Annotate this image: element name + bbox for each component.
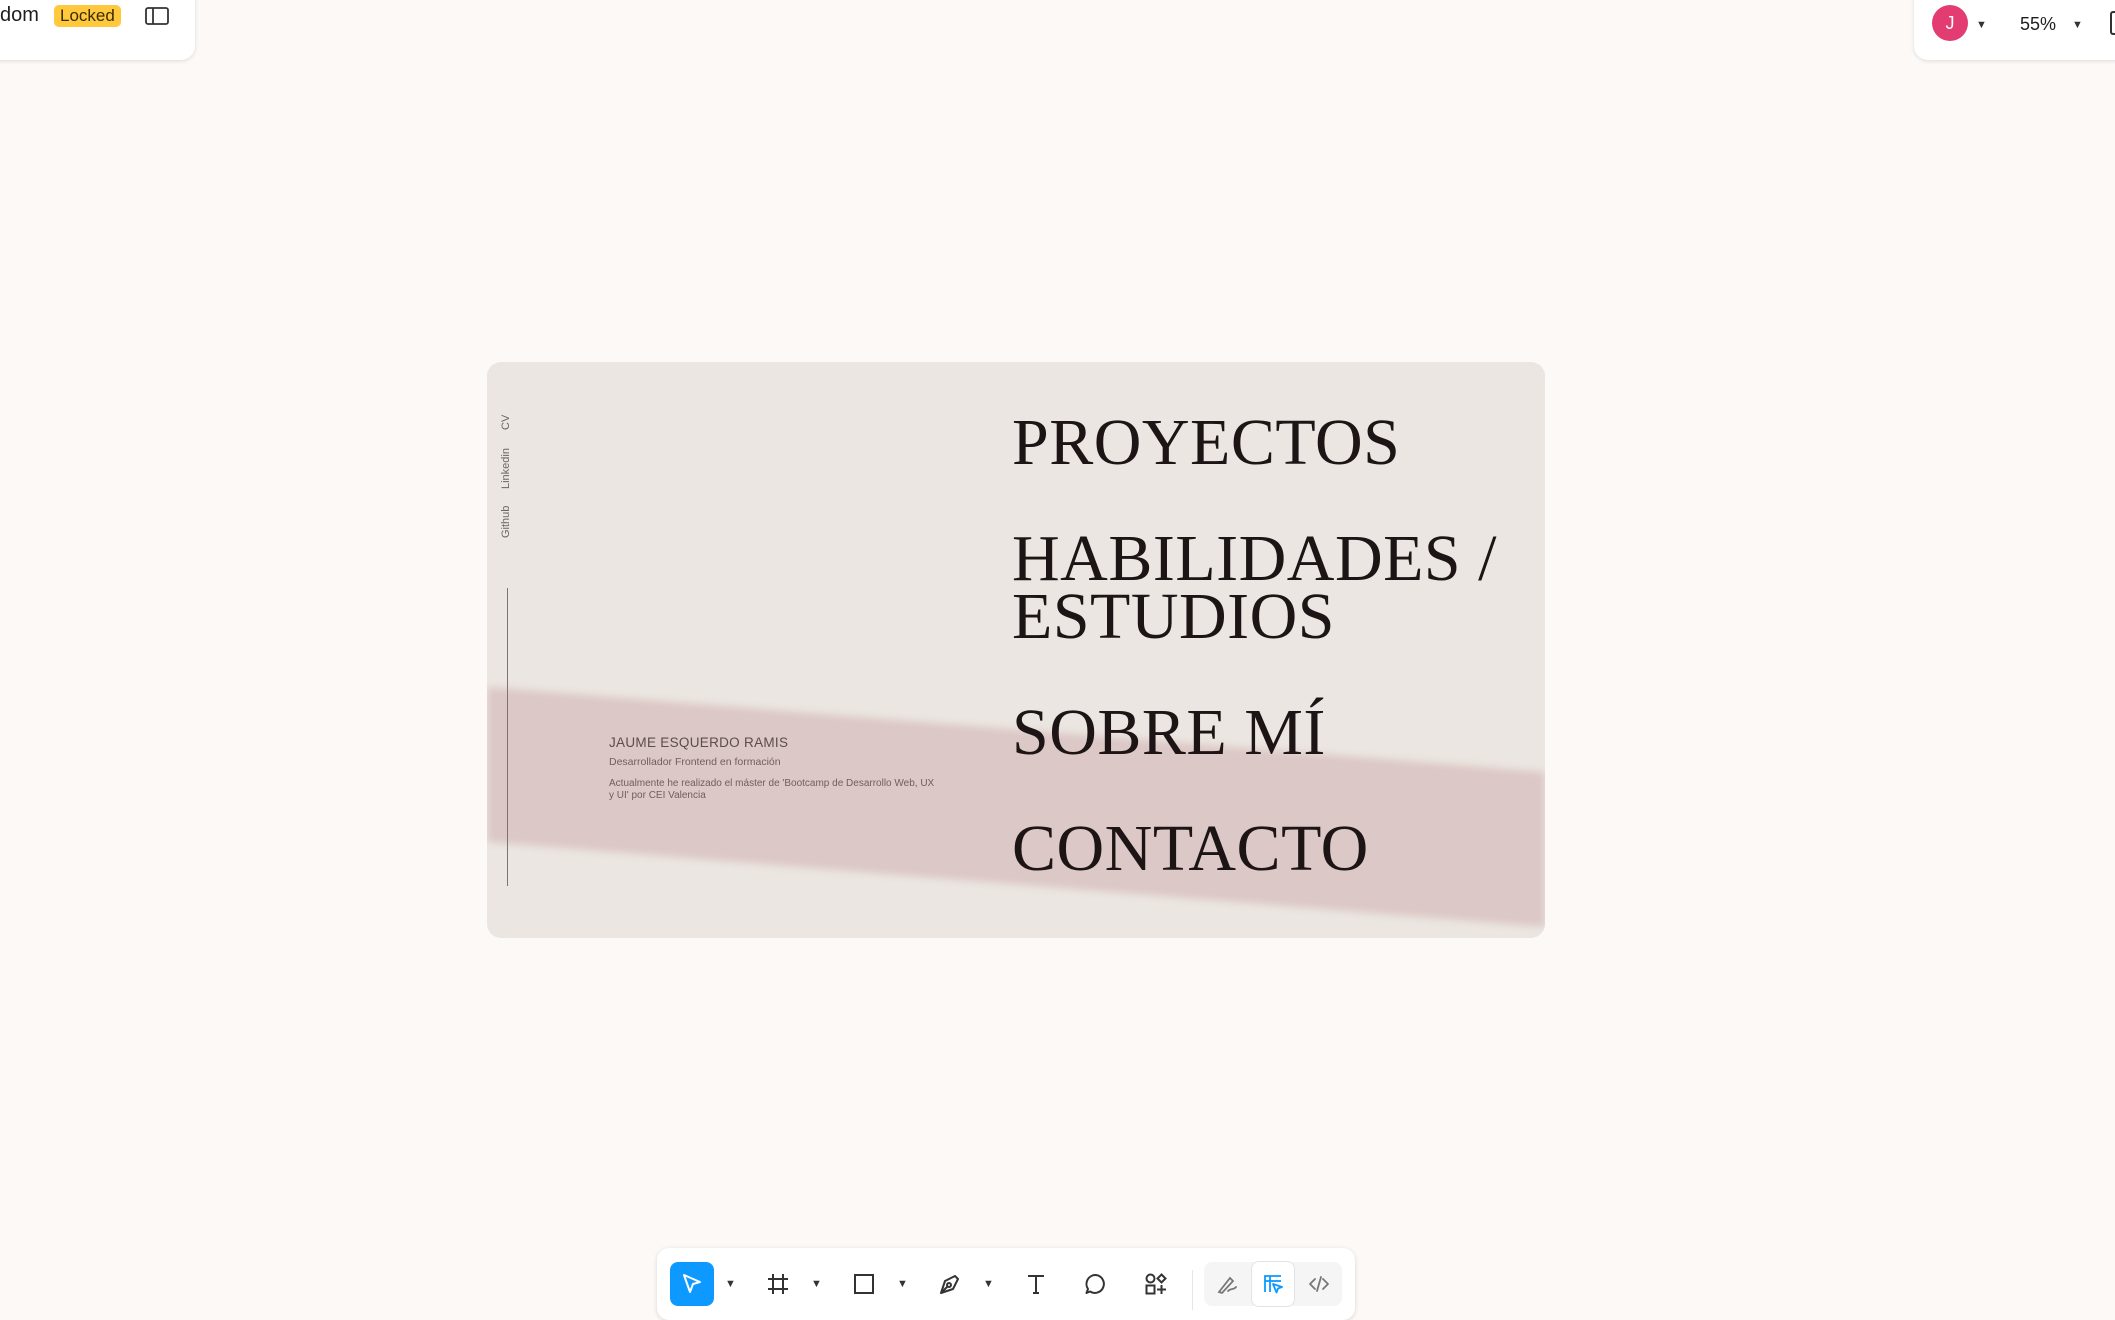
vertical-divider xyxy=(507,588,508,886)
github-link[interactable]: Github xyxy=(500,506,512,538)
person-role: Desarrollador Frontend en formación xyxy=(609,756,781,768)
mode-switcher xyxy=(1204,1262,1342,1306)
chevron-down-icon[interactable]: ▼ xyxy=(811,1278,822,1290)
text-icon xyxy=(1028,1275,1044,1294)
cursor-icon xyxy=(683,1274,701,1293)
frame-tool-button[interactable] xyxy=(756,1262,800,1306)
menu-item-proyectos[interactable]: PROYECTOS xyxy=(1012,410,1400,476)
chevron-down-icon[interactable]: ▼ xyxy=(1976,19,1987,31)
sidebar-toggle-icon[interactable] xyxy=(145,7,169,25)
pen-icon xyxy=(940,1275,959,1294)
chevron-down-icon[interactable]: ▼ xyxy=(897,1278,908,1290)
portfolio-frame[interactable]: Github Linkedin CV JAUME ESQUERDO RAMIS … xyxy=(487,362,1545,938)
person-description: Actualmente he realizado el máster de 'B… xyxy=(609,778,935,801)
chevron-down-icon[interactable]: ▼ xyxy=(725,1278,736,1290)
draw-mode-button[interactable] xyxy=(1206,1262,1248,1306)
chevron-down-icon[interactable]: ▼ xyxy=(983,1278,994,1290)
locked-badge[interactable]: Locked xyxy=(54,5,121,27)
collaboration-panel: J ▼ 55% ▼ xyxy=(1914,0,2115,60)
user-avatar[interactable]: J xyxy=(1932,5,1968,41)
toolbar-divider xyxy=(1192,1270,1193,1310)
bottom-toolbar: ▼ ▼ ▼ ▼ xyxy=(657,1248,1355,1320)
actions-tool-button[interactable] xyxy=(1134,1262,1178,1306)
panel-icon[interactable] xyxy=(2110,11,2115,35)
chevron-down-icon[interactable]: ▼ xyxy=(2072,19,2083,31)
hash-frame-icon xyxy=(768,1274,788,1294)
square-icon xyxy=(854,1274,874,1294)
text-tool-button[interactable] xyxy=(1014,1262,1058,1306)
comment-tool-button[interactable] xyxy=(1074,1262,1118,1306)
shapes-plus-icon xyxy=(1145,1273,1167,1295)
code-icon xyxy=(1309,1276,1329,1292)
scribble-icon xyxy=(1217,1276,1237,1295)
design-cursor-icon xyxy=(1264,1275,1283,1294)
move-tool-button[interactable] xyxy=(670,1262,714,1306)
design-mode-button[interactable] xyxy=(1252,1262,1294,1306)
menu-item-estudios[interactable]: ESTUDIOS xyxy=(1012,584,1335,650)
zoom-level[interactable]: 55% xyxy=(2020,14,2056,35)
file-title[interactable]: dom xyxy=(0,4,39,27)
rectangle-tool-button[interactable] xyxy=(842,1262,886,1306)
linkedin-link[interactable]: Linkedin xyxy=(500,448,512,489)
menu-item-sobre-mi[interactable]: SOBRE MÍ xyxy=(1012,700,1326,766)
file-info-panel: dom Locked xyxy=(0,0,195,60)
menu-item-contacto[interactable]: CONTACTO xyxy=(1012,816,1369,882)
cv-link[interactable]: CV xyxy=(500,415,512,430)
comment-icon xyxy=(1085,1274,1105,1294)
dev-mode-button[interactable] xyxy=(1298,1262,1340,1306)
pen-tool-button[interactable] xyxy=(928,1262,972,1306)
person-name: JAUME ESQUERDO RAMIS xyxy=(609,735,789,750)
